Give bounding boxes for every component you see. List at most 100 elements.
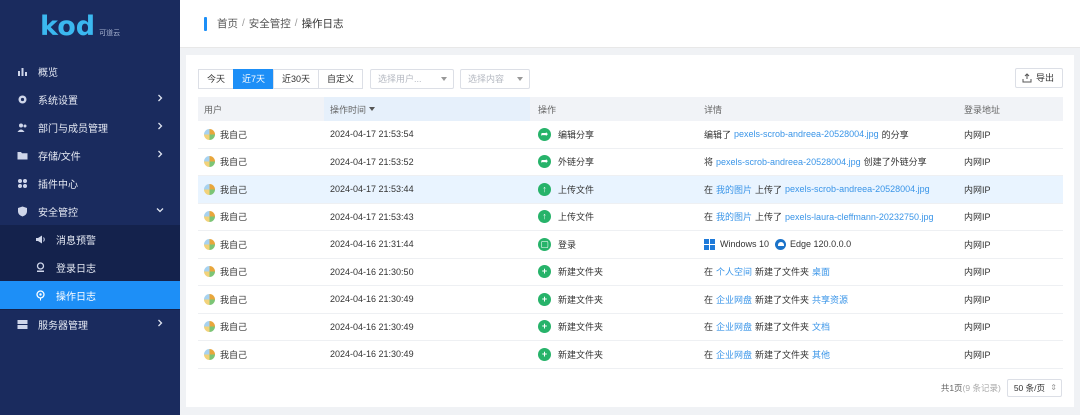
breadcrumb-section[interactable]: 安全管控: [249, 16, 291, 31]
app-logo[interactable]: kod 可道云: [0, 0, 180, 52]
detail-text: 新建了文件夹: [755, 267, 810, 278]
detail-text: 编辑了: [704, 129, 732, 140]
chevron-right-icon: [155, 318, 165, 328]
header-action[interactable]: 操作: [530, 103, 698, 116]
content-select[interactable]: 选择内容: [460, 69, 530, 89]
detail-link[interactable]: 企业网盘: [716, 320, 752, 333]
upload-icon: ↑: [538, 182, 551, 196]
detail-text: 在: [704, 349, 714, 360]
detail-link[interactable]: 企业网盘: [716, 293, 752, 306]
avatar: [204, 183, 215, 195]
cell-time: 2024-04-16 21:31:44: [330, 239, 414, 250]
header-ip[interactable]: 登录地址: [958, 103, 1063, 116]
cell-detail: 在个人空间 新建了文件夹 桌面: [698, 265, 958, 278]
cell-ip: 内网IP: [964, 267, 991, 278]
sidebar-item-4[interactable]: 插件中心: [0, 169, 180, 197]
cell-detail: 将 pexels-scrob-andreea-20528004.jpg 创建了外链分…: [698, 155, 958, 168]
detail-link[interactable]: 共享资源: [812, 293, 848, 306]
users-icon: [16, 121, 28, 133]
detail-os: Windows 10: [720, 239, 770, 250]
table-row[interactable]: 我自己 2024-04-17 21:53:54 ➦ 编辑分享 编辑了 pexels-scr…: [198, 121, 1063, 149]
sidebar-item-3[interactable]: 存储/文件: [0, 141, 180, 169]
detail-link[interactable]: pexels-scrob-andreea-20528004.jpg: [785, 184, 930, 194]
sidebar-item-8[interactable]: 操作日志: [0, 281, 180, 309]
range-7days-button[interactable]: 近7天: [233, 69, 274, 89]
export-button[interactable]: 导出: [1014, 68, 1063, 88]
detail-text: 新建了文件夹: [755, 322, 810, 333]
cell-action: + 新建文件夹: [530, 347, 698, 361]
table-row[interactable]: 我自己 2024-04-16 21:30:49 + 新建文件夹 在企业网盘 新建了文件夹共…: [198, 286, 1063, 314]
content-select-placeholder: 选择内容: [468, 74, 505, 84]
range-custom-button[interactable]: 自定义: [318, 69, 364, 89]
header-detail[interactable]: 详情: [698, 103, 958, 116]
sort-desc-icon[interactable]: [369, 107, 376, 111]
breadcrumb-separator: /: [294, 18, 298, 29]
detail-link[interactable]: 个人空间: [716, 265, 752, 278]
page-size-select[interactable]: 50 条/页: [1006, 379, 1062, 397]
chevron-down-icon: [517, 77, 523, 81]
user-name[interactable]: 我自己: [220, 155, 247, 168]
sidebar-item-1[interactable]: 系统设置: [0, 85, 180, 113]
avatar: [204, 238, 215, 250]
detail-text: 新建了文件夹: [755, 294, 810, 305]
table-row[interactable]: 我自己 2024-04-16 21:30:50 + 新建文件夹 在个人空间 新建了文件夹桌…: [198, 259, 1063, 286]
user-name[interactable]: 我自己: [220, 293, 247, 306]
detail-browser: Edge 120.0.0.0: [790, 239, 852, 250]
server-icon: [16, 318, 28, 330]
header: 首页 / 安全管控 / 操作日志: [180, 0, 1080, 48]
user-name[interactable]: 我自己: [220, 210, 247, 223]
cell-time: 2024-04-17 21:53:52: [330, 156, 414, 167]
action-label: 登录: [558, 239, 577, 250]
sidebar-item-9[interactable]: 服务器管理: [0, 310, 180, 338]
user-name[interactable]: 我自己: [220, 320, 247, 333]
table-row[interactable]: 我自己 2024-04-17 21:53:43 ↑ 上传文件 在我的图片 上传了 pexel…: [198, 204, 1063, 231]
range-today-button[interactable]: 今天: [198, 69, 234, 89]
cell-detail: 在企业网盘 新建了文件夹 文档: [698, 320, 958, 333]
megaphone-icon: [34, 233, 46, 245]
detail-link[interactable]: 我的图片: [716, 210, 752, 223]
header-user[interactable]: 用户: [198, 103, 324, 116]
user-name[interactable]: 我自己: [220, 183, 247, 196]
pagination: 共1页 (9 条记录) 50 条/页: [941, 379, 1062, 397]
user-name[interactable]: 我自己: [220, 128, 247, 141]
detail-link[interactable]: pexels-scrob-andreea-20528004.jpg: [734, 129, 879, 139]
table-row[interactable]: 我自己 2024-04-16 21:31:44 ▢ 登录 Windows 10 Edge …: [198, 231, 1063, 259]
user-select[interactable]: 选择用户...: [370, 69, 454, 89]
plus-icon: +: [538, 347, 551, 361]
detail-link[interactable]: 其他: [812, 348, 830, 361]
user-name[interactable]: 我自己: [220, 265, 247, 278]
plus-icon: +: [538, 320, 551, 334]
edge-browser-icon: [775, 238, 787, 250]
detail-link[interactable]: 文档: [812, 320, 830, 333]
folder-icon: [16, 149, 28, 161]
sidebar-item-5[interactable]: 安全管控: [0, 197, 180, 225]
content-panel: 今天 近7天 近30天 自定义 选择用户... 选择内容 导出 用户 操作时间 …: [186, 55, 1074, 407]
sidebar-item-6[interactable]: 消息预警: [0, 225, 180, 253]
cell-detail: 在我的图片 上传了 pexels-scrob-andreea-20528004.jp…: [698, 183, 958, 196]
detail-text: 在: [704, 294, 714, 305]
detail-link[interactable]: 我的图片: [716, 183, 752, 196]
cell-detail: 在企业网盘 新建了文件夹 其他: [698, 348, 958, 361]
upload-icon: ↑: [538, 210, 551, 224]
breadcrumb-current: 操作日志: [301, 18, 344, 30]
table-row[interactable]: 我自己 2024-04-17 21:53:44 ↑ 上传文件 在我的图片 上传了 pexel…: [198, 176, 1063, 204]
header-time[interactable]: 操作时间: [324, 97, 530, 121]
user-name[interactable]: 我自己: [220, 348, 247, 361]
detail-link[interactable]: 桌面: [812, 265, 830, 278]
detail-link[interactable]: pexels-laura-cleffmann-20232750.jpg: [785, 212, 933, 222]
title-accent-bar: [204, 16, 207, 31]
table-row[interactable]: 我自己 2024-04-16 21:30:49 + 新建文件夹 在企业网盘 新建了文件夹其…: [198, 341, 1063, 369]
breadcrumb-home[interactable]: 首页: [217, 16, 238, 31]
detail-link[interactable]: pexels-scrob-andreea-20528004.jpg: [716, 157, 861, 167]
detail-link[interactable]: 企业网盘: [716, 348, 752, 361]
user-name[interactable]: 我自己: [220, 238, 247, 251]
sidebar-item-7[interactable]: 登录日志: [0, 253, 180, 281]
table-row[interactable]: 我自己 2024-04-16 21:30:49 + 新建文件夹 在企业网盘 新建了文件夹文…: [198, 314, 1063, 341]
table-row[interactable]: 我自己 2024-04-17 21:53:52 ➦ 外链分享 将 pexels-scrob…: [198, 149, 1063, 176]
sidebar-item-0[interactable]: 概览: [0, 57, 180, 85]
detail-text: 上传了: [755, 184, 783, 195]
cell-user: 我自己: [198, 183, 324, 196]
range-30days-button[interactable]: 近30天: [273, 69, 319, 89]
sidebar-item-2[interactable]: 部门与成员管理: [0, 113, 180, 141]
grid-icon: [16, 177, 28, 189]
